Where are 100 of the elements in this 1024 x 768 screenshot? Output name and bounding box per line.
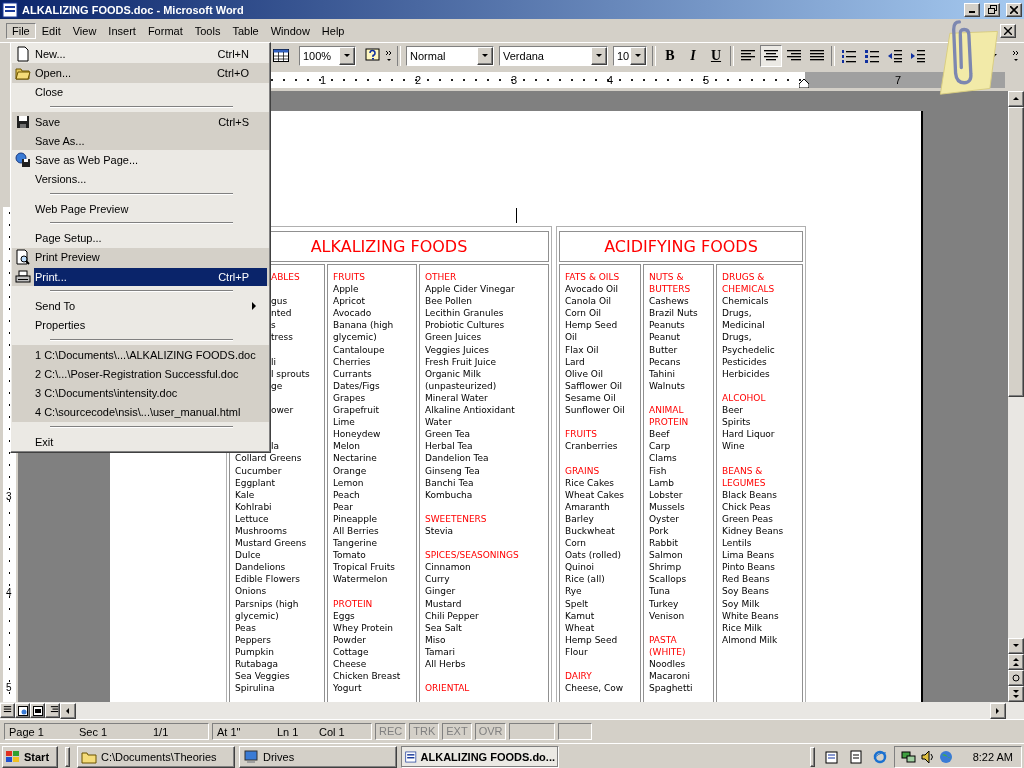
food-item: Tropical Fruits bbox=[333, 561, 395, 574]
food-item: Chick Peas bbox=[722, 500, 771, 513]
taskbar-button[interactable]: ALKALIZING FOODS.do... bbox=[401, 746, 559, 768]
format-button[interactable]: B bbox=[659, 45, 681, 67]
food-item: Lentils bbox=[722, 537, 752, 550]
vertical-scrollbar[interactable] bbox=[1008, 91, 1024, 702]
food-item: Dandelions bbox=[235, 561, 286, 574]
ruler-number: 1 bbox=[320, 73, 327, 87]
menu-title[interactable]: Format bbox=[141, 22, 189, 39]
computer-icon bbox=[243, 750, 259, 764]
food-item: Brazil Nuts bbox=[649, 307, 698, 320]
windows-flag-icon bbox=[5, 750, 21, 764]
food-item: Green Tea bbox=[425, 428, 471, 441]
food-item: Spelt bbox=[565, 597, 588, 610]
menu-title[interactable]: View bbox=[66, 22, 103, 39]
print-layout-icon bbox=[32, 705, 43, 716]
menu-title[interactable]: Help bbox=[315, 22, 351, 39]
food-item: Lamb bbox=[649, 476, 674, 489]
food-item: Medicinal bbox=[722, 319, 765, 332]
font-dropdown[interactable]: Verdana bbox=[499, 46, 608, 66]
taskbar-button[interactable]: C:\Documents\Theories bbox=[77, 746, 235, 768]
menu-item[interactable]: Save As... bbox=[12, 131, 269, 151]
menu-item[interactable]: Open... Ctrl+O bbox=[12, 63, 269, 83]
blank-page-icon bbox=[16, 45, 30, 62]
food-item: Lime bbox=[333, 416, 355, 429]
format-button[interactable]: I bbox=[682, 45, 704, 67]
dropdown-arrow-icon bbox=[634, 52, 642, 60]
close-document-button[interactable] bbox=[1000, 23, 1016, 38]
food-item: Pear bbox=[333, 500, 353, 513]
font-size-dropdown[interactable]: 10 bbox=[613, 46, 647, 66]
style-dropdown[interactable]: Normal bbox=[406, 46, 494, 66]
menu-item[interactable]: 2 C:\...\Poser-Registration Successful.doc bbox=[12, 364, 269, 384]
food-item: Stevia bbox=[425, 524, 454, 538]
category-heading: BUTTERS bbox=[649, 283, 691, 296]
food-item: All Herbs bbox=[425, 658, 466, 671]
minimize-button[interactable] bbox=[964, 2, 980, 17]
menu-title[interactable]: Edit bbox=[35, 22, 67, 39]
help-balloon-icon bbox=[365, 48, 381, 64]
food-item: Kohlrabi bbox=[235, 500, 272, 513]
food-item: Kale bbox=[235, 488, 255, 501]
menu-item[interactable]: 1 C:\Documents\...\ALKALIZING FOODS.doc bbox=[12, 344, 269, 365]
menu-title[interactable]: File bbox=[6, 22, 36, 39]
taskbar-button[interactable]: Drives bbox=[239, 746, 397, 768]
category-heading: ORIENTAL bbox=[425, 682, 470, 695]
food-item: All Berries bbox=[333, 524, 379, 538]
zoom-dropdown[interactable]: 100% bbox=[299, 46, 356, 66]
format-button[interactable]: U bbox=[705, 45, 727, 67]
food-item: Peach bbox=[333, 488, 360, 501]
category-heading: NUTS & bbox=[649, 271, 684, 284]
restore-button[interactable] bbox=[984, 2, 1000, 17]
food-item: Nectarine bbox=[333, 452, 377, 465]
indent-icon bbox=[910, 49, 926, 63]
outdent-icon bbox=[887, 49, 903, 63]
scroll-thumb[interactable] bbox=[1008, 107, 1024, 397]
food-item: Lettuce bbox=[235, 512, 269, 525]
taskbar-grip[interactable] bbox=[809, 747, 815, 767]
food-item: Apple Cider Vinegar bbox=[425, 283, 515, 296]
align-right-icon bbox=[786, 49, 802, 63]
food-item: Butter bbox=[649, 343, 678, 356]
food-item: Avocado bbox=[333, 307, 372, 320]
dropdown-arrow-icon bbox=[595, 52, 603, 60]
food-item: Yogurt bbox=[333, 682, 362, 695]
food-item: Spaghetti bbox=[649, 682, 693, 695]
taskbar-grip[interactable] bbox=[65, 747, 70, 767]
alignment-button[interactable] bbox=[760, 45, 782, 67]
food-item: Mustard bbox=[425, 597, 462, 610]
menu-item[interactable]: 3 C:\Documents\intensity.doc bbox=[12, 383, 269, 403]
food-item: Mineral Water bbox=[425, 391, 488, 405]
food-item: Eggs bbox=[333, 609, 355, 622]
food-item: Flax Oil bbox=[565, 343, 599, 356]
category-heading: FRUITS bbox=[565, 428, 597, 441]
food-item: Chicken Breast bbox=[333, 670, 401, 683]
dropdown-arrow-icon bbox=[343, 52, 351, 60]
food-item: Peanuts bbox=[649, 319, 685, 332]
category-heading: ANIMAL bbox=[649, 404, 684, 417]
horizontal-scrollbar[interactable] bbox=[0, 702, 1024, 719]
menu-title[interactable]: Insert bbox=[102, 22, 142, 39]
menu-title[interactable]: Table bbox=[226, 22, 265, 39]
menu-item[interactable]: Print Preview bbox=[12, 247, 269, 267]
start-button[interactable]: Start bbox=[2, 746, 58, 768]
indent-marker-icon[interactable] bbox=[799, 79, 809, 88]
food-item: Cheese, Cow bbox=[565, 682, 624, 695]
food-item: Drugs, bbox=[722, 331, 752, 344]
page-count: 1/1 bbox=[153, 725, 169, 738]
close-button[interactable] bbox=[1006, 2, 1022, 17]
food-item: Tangerine bbox=[333, 537, 377, 550]
food-item: Oats (rolled) bbox=[565, 549, 621, 562]
menu-item[interactable]: 4 C:\sourcecode\nsis\...\user_manual.html bbox=[12, 402, 269, 423]
menu-item[interactable]: Save Ctrl+S bbox=[12, 111, 269, 132]
food-item: Edible Flowers bbox=[235, 573, 300, 586]
food-item: Clams bbox=[649, 452, 677, 465]
ruler-number: 4 bbox=[607, 73, 614, 87]
ruler-number: 7 bbox=[895, 73, 902, 87]
menu-title[interactable]: Tools bbox=[188, 22, 227, 39]
food-item: Kombucha bbox=[425, 488, 473, 501]
menu-title[interactable]: Window bbox=[264, 22, 316, 39]
food-item: Eggplant bbox=[235, 476, 276, 489]
toolbar-separator bbox=[652, 46, 656, 66]
menu-item[interactable]: Print... Ctrl+P bbox=[12, 266, 269, 287]
food-item: Fresh Fruit Juice bbox=[425, 355, 496, 368]
